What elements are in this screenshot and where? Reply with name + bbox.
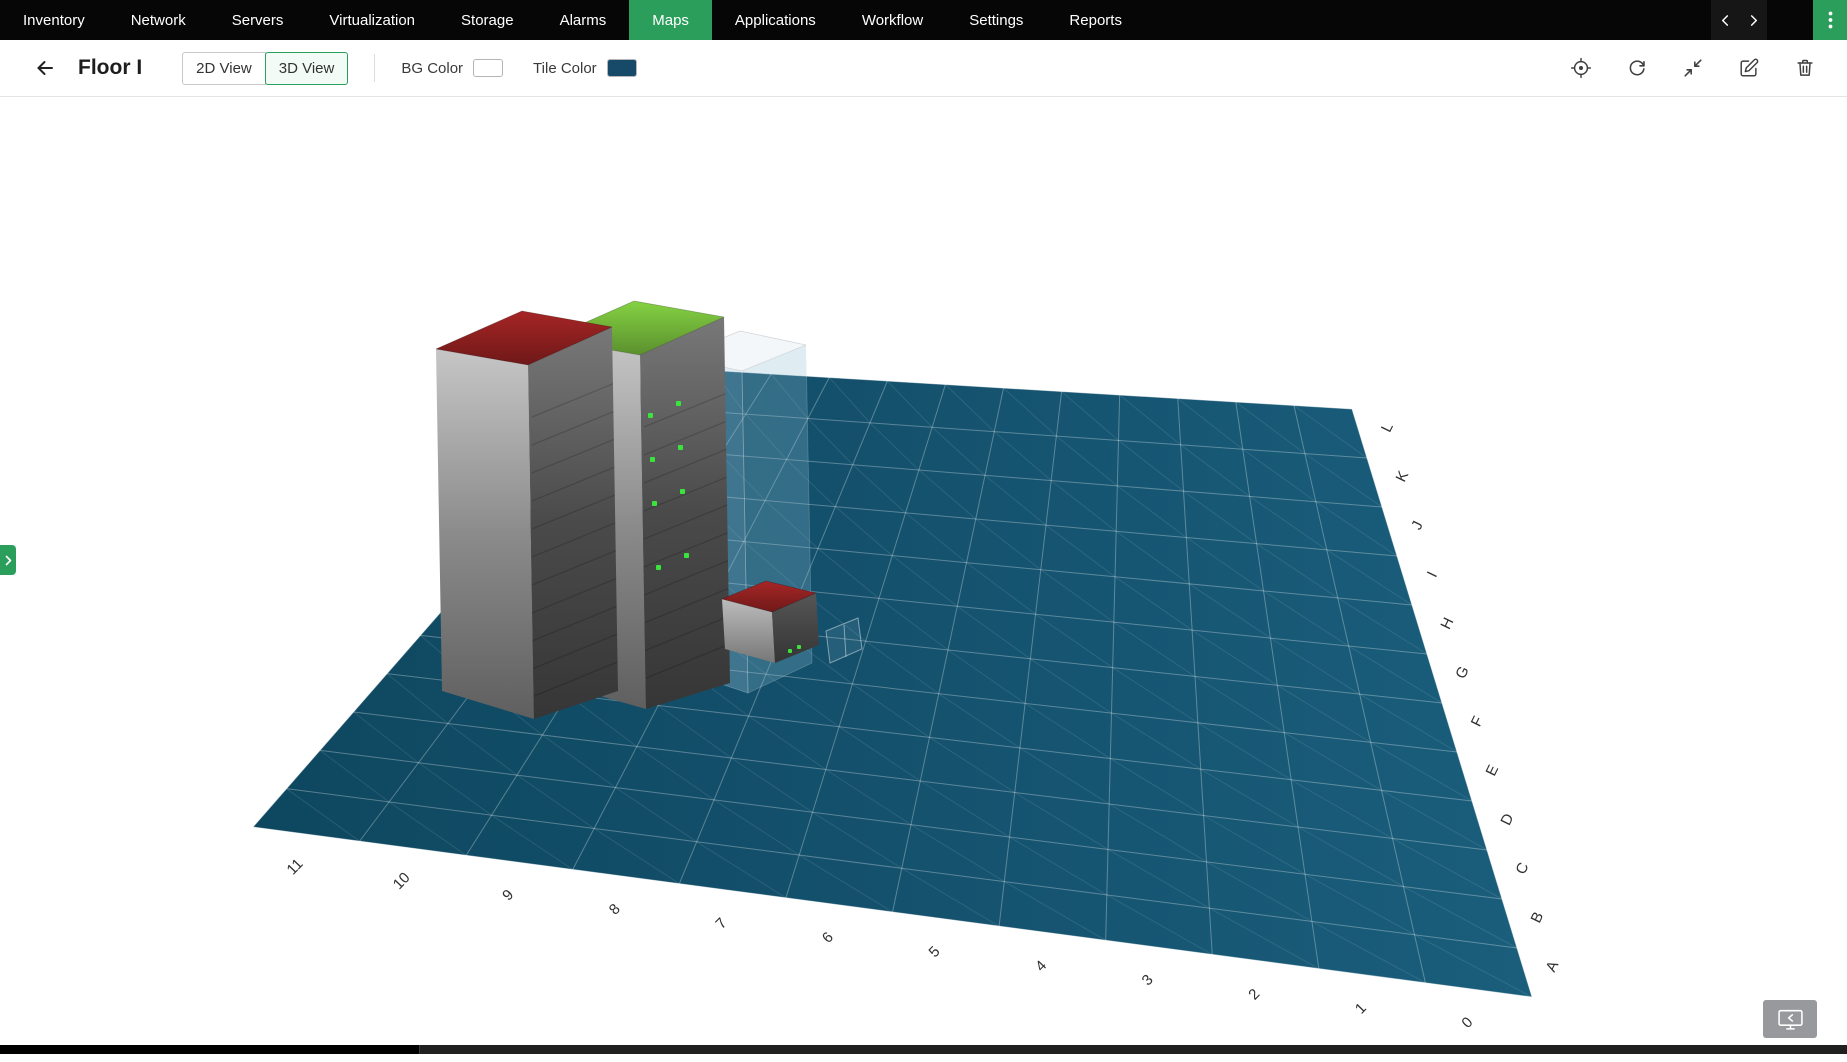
svg-text:2: 2 [1245,986,1263,1004]
fit-screen-button[interactable] [1677,52,1709,84]
nav-right-controls [1711,0,1847,40]
nav-item-workflow[interactable]: Workflow [839,0,946,40]
nav-item-alarms[interactable]: Alarms [537,0,630,40]
panel-expand-button[interactable] [0,545,16,575]
display-view-button[interactable] [1763,1000,1817,1038]
back-button[interactable] [26,49,64,87]
overflow-menu-button[interactable] [1813,0,1847,40]
rotate-button[interactable] [1565,52,1597,84]
nav-item-maps[interactable]: Maps [629,0,712,40]
delete-button[interactable] [1789,52,1821,84]
svg-text:7: 7 [712,915,730,933]
refresh-icon [1626,57,1648,79]
svg-text:11: 11 [284,855,307,878]
svg-text:I: I [1424,569,1441,580]
svg-text:9: 9 [499,886,517,904]
svg-text:K: K [1393,468,1413,484]
svg-text:10: 10 [390,869,414,893]
bg-color-label: BG Color [401,60,463,77]
nav-item-storage[interactable]: Storage [438,0,537,40]
svg-text:1: 1 [1352,1000,1370,1018]
edit-icon [1738,57,1760,79]
fit-screen-icon [1682,57,1704,79]
svg-text:4: 4 [1032,957,1050,975]
chevron-left-icon [1719,14,1732,27]
svg-text:D: D [1497,811,1517,828]
page-title: Floor I [78,56,142,80]
svg-text:5: 5 [926,943,944,961]
svg-text:0: 0 [1458,1014,1476,1032]
svg-text:E: E [1483,762,1503,778]
vertical-ellipsis-icon [1828,11,1833,29]
nav-item-reports[interactable]: Reports [1046,0,1145,40]
edit-button[interactable] [1733,52,1765,84]
bg-color-swatch[interactable] [473,59,503,77]
floor-toolbar: Floor I 2D View3D View BG Color Tile Col… [0,40,1847,97]
nav-item-network[interactable]: Network [108,0,209,40]
svg-text:6: 6 [819,929,837,947]
svg-text:B: B [1528,909,1548,925]
tile-color-swatch[interactable] [607,59,637,77]
delete-icon [1794,57,1816,79]
top-nav: InventoryNetworkServersVirtualizationSto… [0,0,1847,40]
svg-text:8: 8 [606,901,624,919]
view-toggle: 2D View3D View [182,52,348,85]
tile-color-label: Tile Color [533,60,597,77]
nav-item-inventory[interactable]: Inventory [0,0,108,40]
svg-text:C: C [1512,860,1532,877]
chevron-right-icon [4,555,13,566]
nav-item-settings[interactable]: Settings [946,0,1046,40]
nav-menu: InventoryNetworkServersVirtualizationSto… [0,0,1145,40]
nav-scroll-arrows [1711,0,1767,40]
app-root: InventoryNetworkServersVirtualizationSto… [0,0,1847,1054]
nav-item-applications[interactable]: Applications [712,0,839,40]
svg-text:3: 3 [1139,971,1157,989]
refresh-button[interactable] [1621,52,1653,84]
toolbar-divider [374,54,375,82]
toggle-2d-view[interactable]: 2D View [182,52,266,85]
svg-text:G: G [1452,664,1472,682]
scrollbar-thumb[interactable] [0,1045,420,1054]
chevron-right-icon [1747,14,1760,27]
rotate-icon [1570,57,1592,79]
floor-3d-scene[interactable]: 11109876543210ABCDEFGHIJKL [0,97,1847,1054]
horizontal-scrollbar[interactable] [0,1045,1847,1054]
floor-map-canvas[interactable]: 11109876543210ABCDEFGHIJKL [0,97,1847,1054]
nav-item-virtualization[interactable]: Virtualization [306,0,438,40]
svg-text:A: A [1543,958,1563,974]
rack-tall-1 [436,311,620,719]
svg-text:F: F [1468,714,1487,730]
toolbar-actions [1565,52,1821,84]
nav-next-button[interactable] [1739,0,1767,40]
svg-text:J: J [1408,518,1427,532]
toggle-3d-view[interactable]: 3D View [265,52,349,85]
monitor-icon [1777,1008,1804,1031]
rack-small-1 [722,581,819,663]
nav-prev-button[interactable] [1711,0,1739,40]
arrow-left-icon [33,56,57,80]
nav-item-servers[interactable]: Servers [209,0,307,40]
svg-text:L: L [1378,420,1397,435]
svg-text:H: H [1437,615,1457,632]
